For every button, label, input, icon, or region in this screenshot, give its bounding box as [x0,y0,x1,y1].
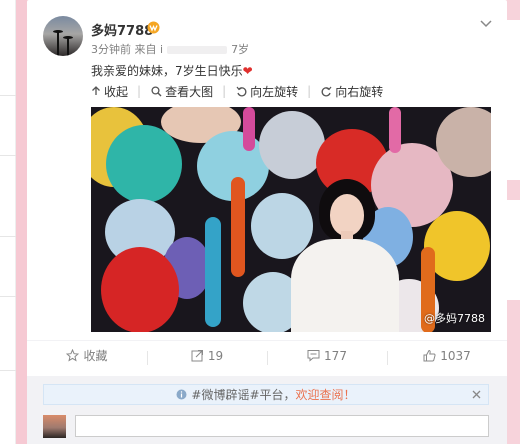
avatar-palm [63,36,73,39]
like-count: 1037 [440,348,471,363]
balloon-streamer [243,107,255,151]
photo-girl [330,194,364,236]
post-source[interactable]: 来自 i [135,43,164,56]
sidebar-divider [0,296,16,297]
collapse-label: 收起 [104,84,129,99]
author-avatar[interactable] [43,16,83,56]
info-icon [176,389,187,400]
forward-icon [191,350,203,362]
avatar-palm [67,38,69,56]
photo-girl [291,239,399,332]
post-time[interactable]: 3分钟前 [91,43,131,56]
right-card [506,20,520,180]
photo-watermark: @多妈7788 [424,312,485,325]
balloon-streamer [231,177,245,277]
comment-section: #微博辟谣#平台， 欢迎查阅！ [27,376,507,444]
redacted-text [167,46,228,54]
comment-button[interactable]: 177 [267,348,387,365]
rotate-left-icon [236,86,247,96]
right-sidebar-strip [506,0,520,444]
sidebar-divider [0,370,16,371]
rotate-left-button[interactable]: 向左旋转 | [236,83,311,100]
author-name[interactable]: 多妈7788 [91,20,153,39]
sidebar-divider [0,236,16,237]
collapse-button[interactable]: 收起 | [91,83,141,100]
comment-input[interactable] [75,415,489,437]
weibo-post-card: 多妈7788 3分钟前 来自 i 7岁 我亲爱的妹妹，7岁生日快乐❤ 收起 | 查… [27,0,507,444]
sidebar-divider [0,95,16,96]
favorite-button[interactable]: 收藏 [27,347,147,364]
close-icon[interactable] [471,389,482,400]
notice-link[interactable]: 欢迎查阅！ [296,386,356,403]
rumor-notice-banner: #微博辟谣#平台， 欢迎查阅！ [43,384,489,405]
like-button[interactable]: 1037 [387,348,507,365]
vip-badge-icon[interactable] [147,21,160,34]
sidebar-divider [0,155,16,156]
current-user-avatar[interactable] [43,415,66,438]
rotate-right-button[interactable]: 向右旋转 [321,83,383,100]
heart-emoji: ❤ [242,64,253,78]
thumb-up-icon [423,349,436,362]
balloon-streamer [389,107,401,153]
chevron-down-icon[interactable] [479,16,493,30]
post-meta: 3分钟前 来自 i 7岁 [91,41,249,57]
star-icon [66,349,80,362]
post-meta-suffix: 7岁 [231,43,250,56]
avatar-palm [53,30,63,33]
view-large-button[interactable]: 查看大图 | [151,83,226,100]
image-toolbar: 收起 | 查看大图 | 向左旋转 | 向右旋转 [91,80,491,102]
balloon [259,111,325,179]
rotate-left-label: 向左旋转 [250,84,299,99]
balloon [101,247,179,332]
left-sidebar-card [0,0,16,444]
avatar-palm [57,32,59,56]
collapse-arrow-icon [92,86,100,95]
view-large-label: 查看大图 [165,84,214,99]
post-text: 我亲爱的妹妹，7岁生日快乐❤ [91,62,253,79]
rotate-right-icon [321,86,332,96]
forward-count: 19 [207,348,224,363]
comment-icon [307,350,320,362]
post-text-main: 我亲爱的妹妹，7岁生日快乐 [91,64,243,78]
comment-count: 177 [324,348,347,363]
rotate-right-label: 向右旋转 [335,84,384,99]
right-card [506,200,520,300]
forward-button[interactable]: 19 [147,348,267,365]
toolbar-separator: | [137,84,142,98]
post-photo[interactable]: @多妈7788 [91,107,491,332]
post-actions: 收藏 19 177 1037 [27,340,507,370]
toolbar-separator: | [222,84,227,98]
notice-text: #微博辟谣#平台， [191,388,296,402]
balloon [106,125,182,203]
favorite-label: 收藏 [83,349,108,363]
magnifier-icon [151,85,162,96]
toolbar-separator: | [307,84,312,98]
balloon-streamer [205,217,221,327]
